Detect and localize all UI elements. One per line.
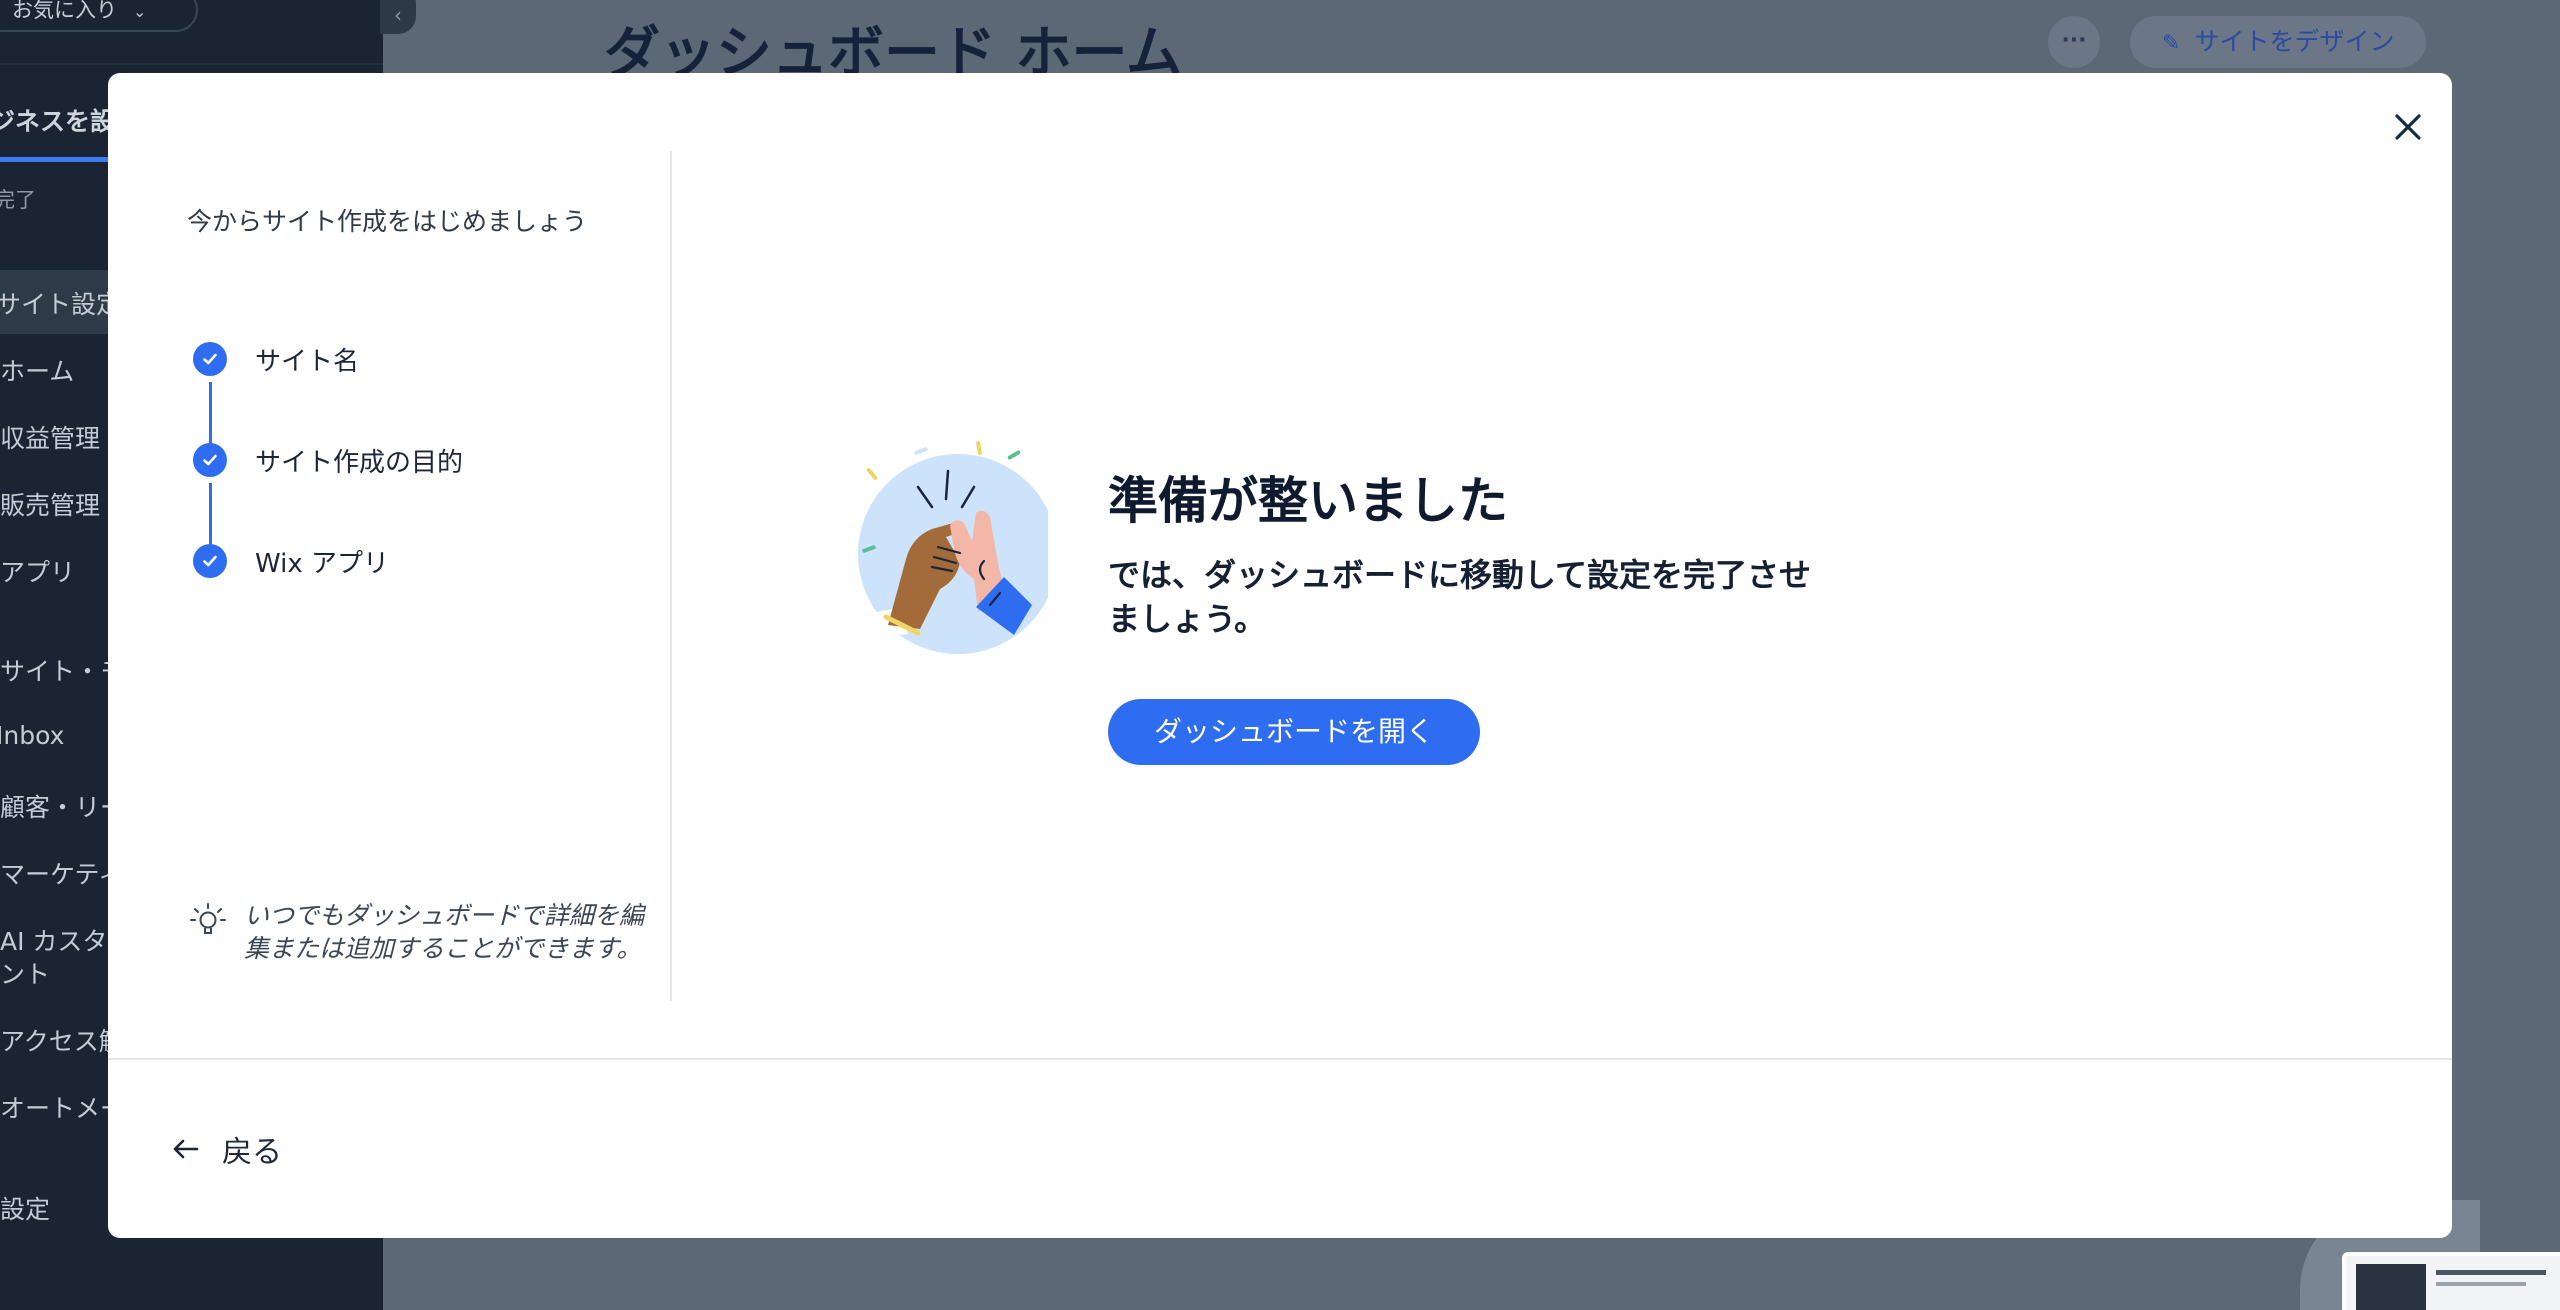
close-button[interactable] <box>2384 103 2432 151</box>
footer-divider <box>108 1058 2452 1060</box>
pencil-icon: ✎ <box>2162 31 2181 56</box>
check-icon <box>193 342 227 376</box>
panel-divider <box>670 151 672 1001</box>
sidebar-item-ai-cont: ント <box>0 960 51 989</box>
setup-title: ジネスを設 <box>0 107 116 136</box>
back-label: 戻る <box>222 1135 282 1170</box>
step-connector <box>209 483 212 551</box>
more-button[interactable]: ··· <box>2048 16 2100 68</box>
close-icon <box>2395 114 2421 140</box>
check-icon <box>193 443 227 477</box>
arrow-left-icon <box>173 1139 199 1159</box>
design-site-label: サイトをデザイン <box>2194 27 2395 56</box>
sidebar-item-customers[interactable]: 顧客・リー <box>0 788 125 824</box>
setup-complete-modal: 今からサイト作成をはじめましょう サイト名 サイト作成の目的 Wix アプリ い… <box>108 73 2452 1238</box>
sidebar-item-site-settings[interactable]: サイト設定 <box>0 285 121 321</box>
step-site-purpose: サイト作成の目的 <box>193 443 464 478</box>
sidebar-item-ai[interactable]: AI カスタ <box>0 922 107 958</box>
sidebar-item-settings[interactable]: 設定 <box>0 1190 50 1226</box>
back-button[interactable]: 戻る <box>170 1127 282 1171</box>
steps-panel: 今からサイト作成をはじめましょう サイト名 サイト作成の目的 Wix アプリ い… <box>108 73 670 1058</box>
tip-text: いつでもダッシュボードで詳細を編集または追加することができます。 <box>244 901 645 963</box>
step-label: サイト名 <box>255 346 360 377</box>
step-wix-app: Wix アプリ <box>193 544 390 579</box>
sidebar-collapse-button[interactable]: ‹ <box>380 0 416 34</box>
sidebar-item-inbox[interactable]: Inbox <box>0 721 64 750</box>
setup-progress-bar <box>0 157 110 162</box>
chevron-down-icon: ⌄ <box>133 2 147 21</box>
sidebar-item-apps[interactable]: アプリ <box>0 553 75 589</box>
chevron-left-icon: ‹ <box>394 3 402 27</box>
step-site-name: サイト名 <box>193 342 360 377</box>
step-label: Wix アプリ <box>255 548 390 579</box>
subtext: では、ダッシュボードに移動して設定を完了させましょう。 <box>1108 556 1812 638</box>
step-label: サイト作成の目的 <box>255 447 464 478</box>
sidebar-item-sales[interactable]: 販売管理 <box>0 486 100 522</box>
sidebar-item-site-mobile[interactable]: サイト・モ <box>0 652 125 688</box>
check-icon <box>193 544 227 578</box>
steps-title: 今からサイト作成をはじめましょう <box>187 207 588 236</box>
setup-done-label: 完了 <box>0 188 36 212</box>
sidebar-item-analytics[interactable]: アクセス解 <box>0 1022 124 1058</box>
sidebar-item-automation[interactable]: オートメー <box>0 1089 125 1125</box>
open-dashboard-button[interactable]: ダッシュボードを開く <box>1108 699 1481 765</box>
design-site-button[interactable]: ✎ サイトをデザイン <box>2130 16 2427 68</box>
favorites-label: お気に入り <box>12 0 117 22</box>
lightbulb-icon <box>190 903 226 934</box>
high-five-illustration <box>850 441 1048 654</box>
headline: 準備が整いました <box>1108 472 1508 530</box>
sidebar-item-marketing[interactable]: マーケティ <box>0 855 123 891</box>
favorites-dropdown[interactable]: お気に入り ⌄ <box>0 0 199 32</box>
preview-thumbnail[interactable] <box>2342 1252 2560 1310</box>
sidebar-item-revenue[interactable]: 収益管理 <box>0 419 100 455</box>
step-connector <box>209 382 212 450</box>
sidebar-item-home[interactable]: ホーム <box>0 352 74 388</box>
sidebar-divider <box>0 63 383 65</box>
